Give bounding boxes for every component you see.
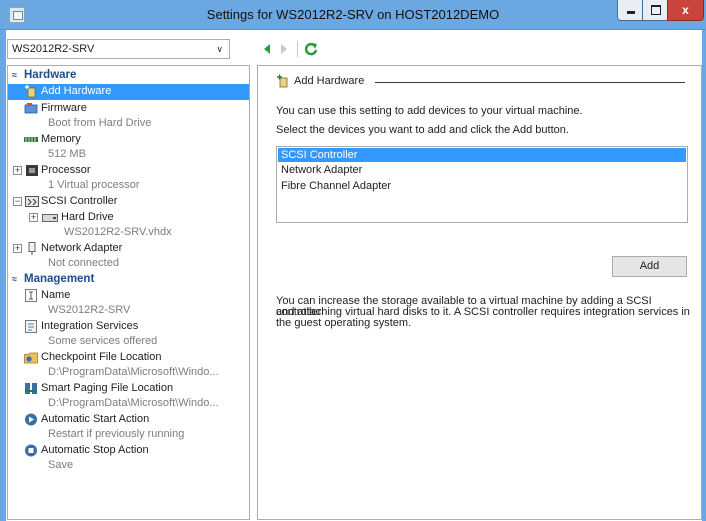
section-hardware[interactable]: ≈ Hardware — [8, 68, 249, 84]
tree-item-automatic-stop[interactable]: Automatic Stop Action — [8, 443, 249, 459]
chevron-down-icon: ∨ — [216, 44, 223, 54]
collapse-chevron-icon: ≈ — [12, 70, 17, 80]
tree-item-processor-detail: 1 Virtual processor — [8, 178, 249, 194]
minimize-button[interactable] — [617, 0, 643, 21]
tree-item-start-detail: Restart if previously running — [8, 427, 249, 443]
list-item[interactable]: Fibre Channel Adapter — [278, 179, 686, 193]
tree-item-sub: 512 MB — [48, 148, 86, 160]
title-bar: Settings for WS2012R2-SRV on HOST2012DEM… — [0, 0, 706, 30]
name-icon — [25, 289, 37, 302]
list-item[interactable]: Network Adapter — [278, 163, 686, 177]
processor-icon — [26, 165, 38, 176]
tree-item-network-adapter[interactable]: + Network Adapter — [8, 241, 249, 257]
tree-item-name[interactable]: Name — [8, 288, 249, 304]
firmware-icon — [24, 103, 38, 114]
tree-item-sub: Some services offered — [48, 335, 158, 347]
tree-item-hard-drive-detail: WS2012R2-SRV.vhdx — [8, 225, 249, 241]
tree-item-label: Integration Services — [41, 320, 139, 332]
tree-item-label: Network Adapter — [41, 242, 123, 254]
tree-item-sub: WS2012R2-SRV — [48, 304, 131, 316]
tree-item-sub: D:\ProgramData\Microsoft\Windo... — [48, 397, 219, 409]
tree-item-label: Automatic Stop Action — [41, 444, 149, 456]
device-list[interactable]: SCSI Controller Network Adapter Fibre Ch… — [276, 146, 688, 223]
tree-item-sub: Boot from Hard Drive — [48, 117, 152, 129]
section-hardware-label: Hardware — [24, 69, 77, 81]
window-client: WS2012R2-SRV ∨ ≈ Hardware Add Hardware F… — [6, 30, 702, 521]
vm-select[interactable]: WS2012R2-SRV ∨ — [7, 39, 230, 59]
tree-item-label: Name — [41, 289, 71, 301]
info-text-line-3: the guest operating system. — [276, 317, 412, 329]
tree-item-label: Checkpoint File Location — [41, 351, 162, 363]
window-frame: WS2012R2-SRV ∨ ≈ Hardware Add Hardware F… — [0, 30, 706, 521]
automatic-start-icon — [25, 413, 37, 426]
tree-item-network-detail: Not connected — [8, 256, 249, 272]
tree-item-label: Firmware — [41, 102, 87, 114]
tree-item-label: Hard Drive — [61, 211, 114, 223]
tree-item-add-hardware[interactable]: Add Hardware — [8, 84, 249, 100]
refresh-icon[interactable] — [303, 41, 319, 57]
tree-item-integration-detail: Some services offered — [8, 334, 249, 350]
tree-item-processor[interactable]: + Processor — [8, 163, 249, 179]
smart-paging-icon — [25, 383, 37, 394]
tree-item-stop-detail: Save — [8, 458, 249, 474]
tree-item-sub: 1 Virtual processor — [48, 179, 140, 191]
tree-item-checkpoint-detail: D:\ProgramData\Microsoft\Windo... — [8, 365, 249, 381]
add-hardware-icon — [277, 74, 288, 88]
tree-item-name-detail: WS2012R2-SRV — [8, 303, 249, 319]
expand-icon[interactable]: + — [13, 244, 22, 253]
collapse-icon[interactable]: − — [13, 197, 22, 206]
memory-icon — [24, 137, 38, 142]
hard-drive-icon — [42, 214, 58, 222]
tree-item-scsi-controller[interactable]: − SCSI Controller — [8, 194, 249, 210]
tree-item-firmware-detail: Boot from Hard Drive — [8, 116, 249, 132]
tree-item-memory-detail: 512 MB — [8, 147, 249, 163]
tree-item-sub: WS2012R2-SRV.vhdx — [64, 226, 172, 238]
tree-item-sub: Restart if previously running — [48, 428, 185, 440]
scsi-controller-icon — [25, 196, 39, 207]
tree-item-label: Add Hardware — [41, 85, 112, 97]
integration-services-icon — [25, 320, 37, 333]
close-button[interactable]: x — [667, 0, 704, 21]
toolbar-separator — [297, 41, 298, 57]
back-arrow-icon[interactable] — [261, 41, 273, 57]
tree-item-smart-paging-location[interactable]: Smart Paging File Location — [8, 381, 249, 397]
intro-text: You can use this setting to add devices … — [276, 105, 583, 117]
maximize-button[interactable] — [642, 0, 668, 21]
group-divider — [375, 82, 685, 83]
window-title: Settings for WS2012R2-SRV on HOST2012DEM… — [206, 7, 500, 22]
checkpoint-folder-icon — [24, 352, 38, 364]
settings-tree: ≈ Hardware Add Hardware Firmware Boot fr… — [7, 65, 250, 520]
instruction-text: Select the devices you want to add and c… — [276, 124, 569, 136]
tree-item-sub: Save — [48, 459, 74, 471]
section-management-label: Management — [24, 273, 95, 285]
collapse-chevron-icon: ≈ — [12, 274, 17, 284]
expand-icon[interactable]: + — [29, 213, 38, 222]
tree-item-hard-drive[interactable]: + Hard Drive — [8, 210, 249, 226]
tree-item-sub: Not connected — [48, 257, 119, 269]
tree-item-checkpoint-location[interactable]: Checkpoint File Location — [8, 350, 249, 366]
forward-arrow-icon[interactable] — [278, 41, 290, 57]
vm-select-value: WS2012R2-SRV — [12, 43, 95, 55]
add-hardware-icon — [25, 85, 36, 98]
tree-item-paging-detail: D:\ProgramData\Microsoft\Windo... — [8, 396, 249, 412]
automatic-stop-icon — [25, 444, 37, 457]
tree-item-label: Memory — [41, 133, 81, 145]
tree-item-label: Smart Paging File Location — [41, 382, 174, 394]
expand-icon[interactable]: + — [13, 166, 22, 175]
tree-item-label: SCSI Controller — [41, 195, 118, 207]
tree-item-label: Processor — [41, 164, 91, 176]
tree-item-integration-services[interactable]: Integration Services — [8, 319, 249, 335]
section-management[interactable]: ≈ Management — [8, 272, 249, 288]
network-adapter-icon — [28, 242, 36, 255]
add-button[interactable]: Add — [612, 256, 687, 277]
tree-item-memory[interactable]: Memory — [8, 132, 249, 148]
tree-item-firmware[interactable]: Firmware — [8, 101, 249, 117]
group-title: Add Hardware — [294, 75, 365, 87]
tree-item-automatic-start[interactable]: Automatic Start Action — [8, 412, 249, 428]
tree-item-sub: D:\ProgramData\Microsoft\Windo... — [48, 366, 219, 378]
add-hardware-pane: Add Hardware You can use this setting to… — [257, 65, 702, 520]
tree-item-label: Automatic Start Action — [41, 413, 150, 425]
list-item[interactable]: SCSI Controller — [278, 148, 686, 162]
